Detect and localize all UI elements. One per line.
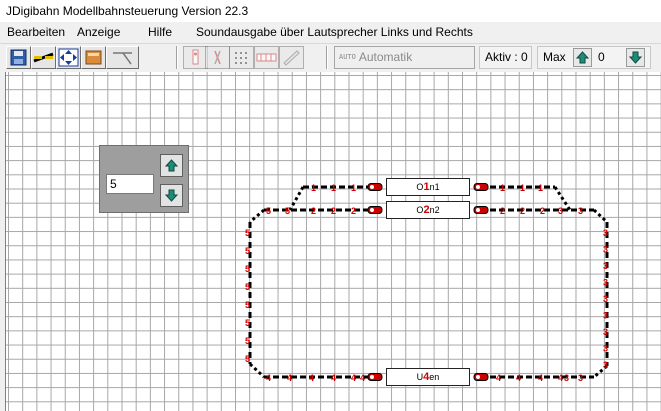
- track-section-number: 1: [520, 183, 525, 193]
- track-section-number: 3: [603, 278, 608, 288]
- track-section-number: 1: [538, 183, 543, 193]
- track-section-number: 4: [496, 373, 501, 383]
- track-section-number: 2: [540, 206, 545, 216]
- track-section-number: 2: [311, 206, 316, 216]
- track-section-number: 5: [285, 206, 290, 216]
- track-section-number: 3: [603, 360, 608, 370]
- block-2[interactable]: O2n2: [386, 201, 470, 219]
- track-section-number: 5: [266, 206, 271, 216]
- track-section-number: 4: [351, 373, 356, 383]
- track-section-number: 1: [311, 183, 316, 193]
- track-section-number: 5: [245, 318, 250, 328]
- track-section-number: 3: [603, 344, 608, 354]
- signal-lamp-icon: [476, 375, 480, 379]
- track-section-number: 5: [245, 354, 250, 364]
- track-section-number: 3: [603, 228, 608, 238]
- track-section-number: 4: [538, 373, 543, 383]
- track-section-number: 5: [245, 336, 250, 346]
- track-section-number: 3: [564, 373, 569, 383]
- track-layout: 1 1 1 1 1 15 5 2 2 2 2 2 2 3 3555555553333333334 4 4 4 4 4 4…: [245, 183, 609, 383]
- track-section-number: 3: [578, 373, 583, 383]
- track-section-number: 2: [520, 206, 525, 216]
- track-section-number: 4: [287, 373, 292, 383]
- track-section-number: 4: [266, 373, 271, 383]
- track-section-number: 4: [360, 373, 365, 383]
- track-section-number: 1: [331, 183, 336, 193]
- track-section-number: 4: [309, 373, 314, 383]
- signal-lamp-icon: [476, 185, 480, 189]
- track-section-number: 1: [500, 183, 505, 193]
- track-section-number: 4: [331, 373, 336, 383]
- track-section-number: 1: [351, 183, 356, 193]
- track-section-number: 3: [603, 245, 608, 255]
- track-section-number: 5: [245, 264, 250, 274]
- track-section-number: 2: [331, 206, 336, 216]
- track-section-number: 5: [245, 228, 250, 238]
- signal-lamp-icon: [370, 208, 374, 212]
- track-section-number: 3: [603, 327, 608, 337]
- track-section-number: 5: [245, 246, 250, 256]
- track-section-number: 3: [603, 311, 608, 321]
- block-4[interactable]: U4en: [386, 368, 470, 386]
- track-section-number: 4: [558, 373, 563, 383]
- track-section-number: 3: [603, 261, 608, 271]
- track-section-number: 3: [578, 206, 583, 216]
- signal-lamp-icon: [476, 208, 480, 212]
- signal-lamp-icon: [370, 375, 374, 379]
- track-section-number: 3: [558, 206, 563, 216]
- track-section-number: 4: [516, 373, 521, 383]
- block-1[interactable]: O1n1: [386, 178, 470, 196]
- track-section-number: 5: [245, 300, 250, 310]
- track-section-number: 2: [351, 206, 356, 216]
- signal-lamp-icon: [370, 185, 374, 189]
- track-section-number: 5: [245, 282, 250, 292]
- track-section-number: 2: [500, 206, 505, 216]
- track-section-number: 3: [603, 294, 608, 304]
